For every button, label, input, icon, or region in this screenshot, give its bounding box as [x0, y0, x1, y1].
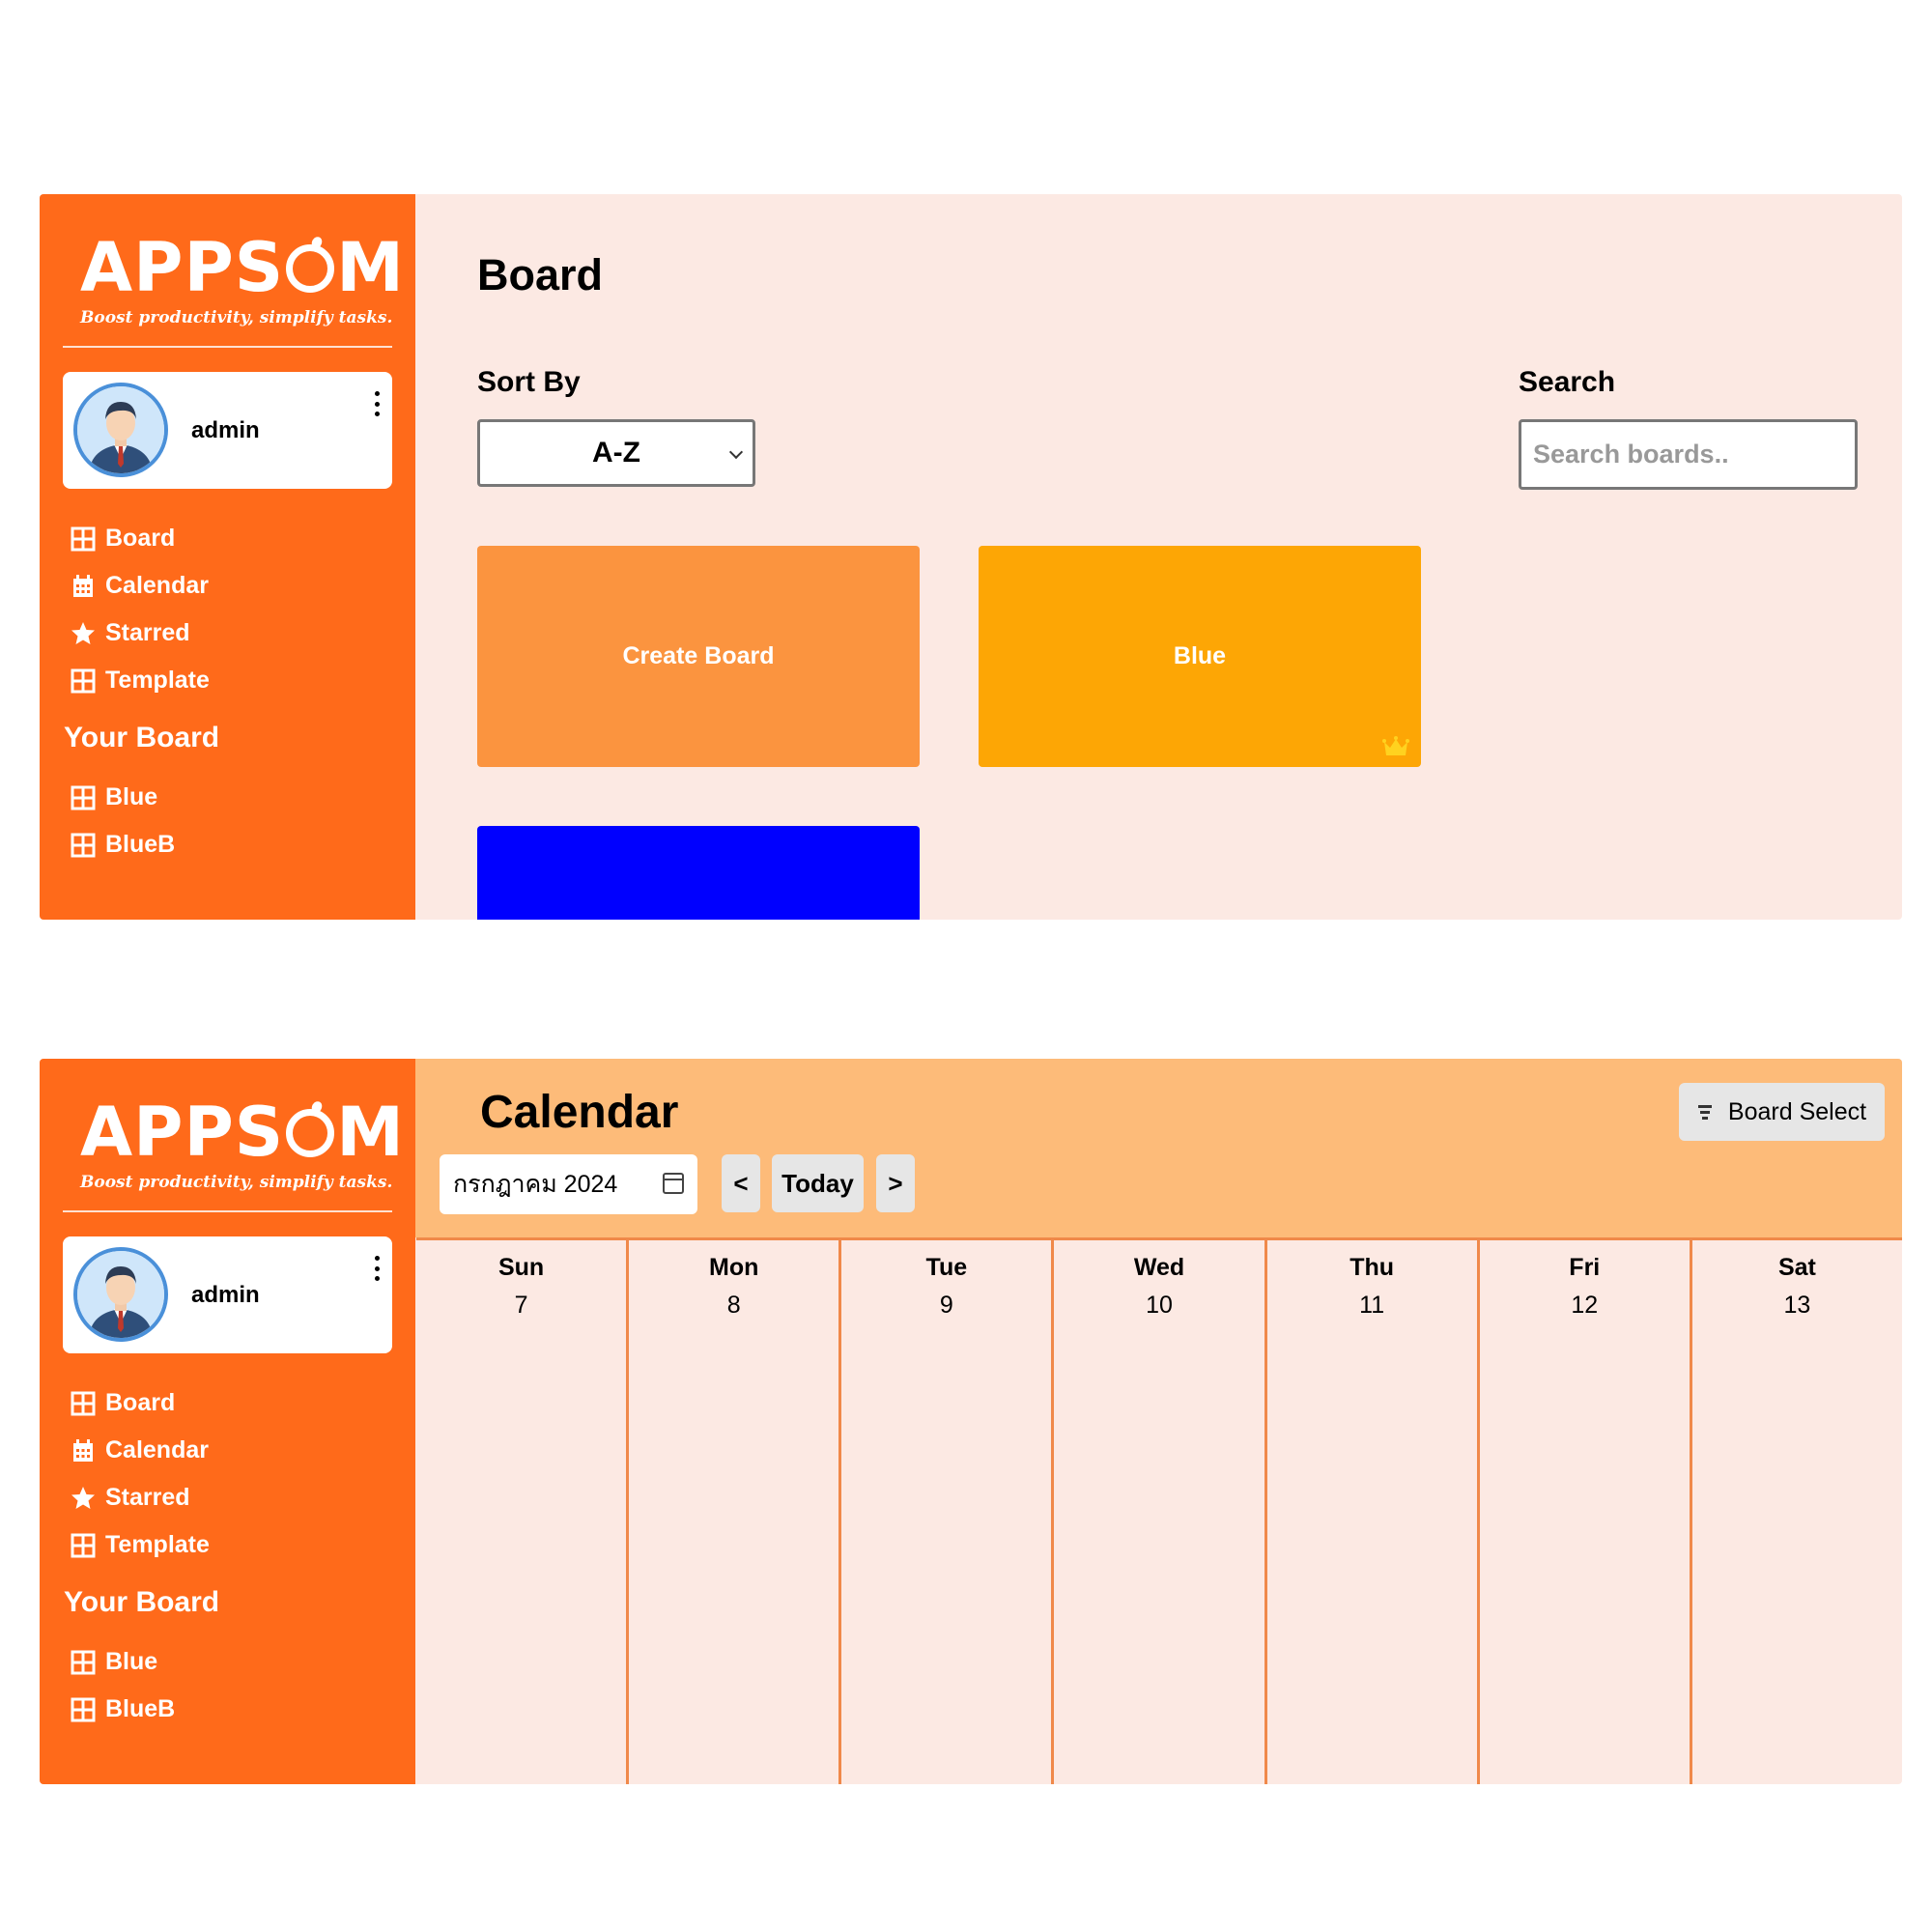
more-options-icon[interactable] — [373, 1256, 381, 1281]
avatar — [73, 1247, 168, 1342]
your-board-heading: Your Board — [64, 1586, 220, 1618]
prev-week-button[interactable]: < — [722, 1154, 760, 1212]
search-input[interactable] — [1519, 419, 1858, 490]
star-icon — [71, 621, 96, 646]
sidebar-item-board[interactable]: Board — [71, 515, 389, 562]
chevron-down-icon — [728, 444, 744, 460]
your-board-heading: Your Board — [64, 722, 220, 753]
grid-icon — [71, 833, 96, 858]
your-board-list: Blue BlueB — [71, 774, 389, 868]
sort-by-label: Sort By — [477, 366, 581, 398]
grid-icon — [71, 668, 96, 694]
day-column[interactable]: Tue 9 — [838, 1237, 1052, 1784]
grid-icon — [71, 1533, 96, 1558]
sidebar-nav: Board Calendar Starred Template — [71, 515, 389, 704]
sidebar-item-blue[interactable]: Blue — [71, 1638, 389, 1686]
sidebar-item-calendar[interactable]: Calendar — [71, 1427, 389, 1474]
logo-tagline: Boost productivity, simplify tasks. — [80, 1173, 393, 1192]
grid-icon — [71, 1697, 96, 1722]
star-icon — [71, 1486, 96, 1511]
sidebar-item-starred[interactable]: Starred — [71, 1474, 389, 1521]
next-week-button[interactable]: > — [876, 1154, 915, 1212]
user-card[interactable]: admin — [63, 372, 392, 489]
sidebar-divider — [63, 1210, 392, 1212]
sidebar: APPS M Boost productivity, simplify tasks… — [40, 194, 415, 920]
grid-icon — [71, 1650, 96, 1675]
grid-icon — [71, 1391, 96, 1416]
page-title: Board — [477, 250, 604, 299]
grid-icon — [71, 526, 96, 552]
sidebar-item-template[interactable]: Template — [71, 657, 389, 704]
calendar-icon — [71, 574, 96, 599]
sort-select[interactable]: A-Z — [477, 419, 755, 487]
day-column[interactable]: Sat 13 — [1689, 1237, 1902, 1784]
user-name: admin — [191, 417, 260, 443]
sidebar-divider — [63, 346, 392, 348]
sidebar-item-starred[interactable]: Starred — [71, 610, 389, 657]
calendar-icon — [663, 1173, 684, 1194]
logo-tagline: Boost productivity, simplify tasks. — [80, 308, 393, 327]
day-column[interactable]: Fri 12 — [1476, 1237, 1690, 1784]
search-label: Search — [1519, 366, 1616, 398]
day-column[interactable]: Mon 8 — [626, 1237, 839, 1784]
sidebar-item-template[interactable]: Template — [71, 1521, 389, 1569]
sidebar-item-blue[interactable]: Blue — [71, 774, 389, 821]
page-title: Calendar — [480, 1087, 679, 1138]
week-grid: Sun 7 Mon 8 Tue 9 Wed 10 Thu 11 Fri 12 Sat 13 — [416, 1237, 1902, 1784]
orange-logo-icon — [286, 1109, 335, 1157]
businessman-avatar-icon — [77, 386, 164, 473]
avatar — [73, 383, 168, 477]
create-board-card[interactable]: Create Board — [477, 546, 920, 767]
more-options-icon[interactable] — [373, 391, 381, 416]
board-card-blue[interactable]: Blue — [979, 546, 1421, 767]
calendar-icon — [71, 1438, 96, 1463]
month-picker[interactable]: กรกฎาคม 2024 — [440, 1154, 697, 1214]
board-select-button[interactable]: Board Select — [1679, 1083, 1885, 1141]
day-column[interactable]: Sun 7 — [416, 1237, 627, 1784]
today-button[interactable]: Today — [772, 1154, 864, 1212]
sidebar-item-board[interactable]: Board — [71, 1379, 389, 1427]
board-page-screenshot: APPS M Boost productivity, simplify tasks… — [40, 194, 1902, 920]
crown-icon[interactable] — [1382, 736, 1409, 757]
grid-icon — [71, 785, 96, 810]
businessman-avatar-icon — [77, 1251, 164, 1338]
user-name: admin — [191, 1282, 260, 1308]
sidebar-item-blueb[interactable]: BlueB — [71, 1686, 389, 1733]
filter-icon — [1697, 1104, 1713, 1120]
sidebar: APPS M Boost productivity, simplify tasks… — [40, 1059, 415, 1784]
sidebar-item-calendar[interactable]: Calendar — [71, 562, 389, 610]
appsom-logo[interactable]: APPS M Boost productivity, simplify tasks… — [80, 229, 404, 327]
orange-logo-icon — [286, 244, 335, 293]
sidebar-nav: Board Calendar Starred Template — [71, 1379, 389, 1569]
calendar-page-screenshot: APPS M Boost productivity, simplify tasks… — [40, 1059, 1902, 1784]
appsom-logo[interactable]: APPS M Boost productivity, simplify tasks… — [80, 1094, 404, 1192]
your-board-list: Blue BlueB — [71, 1638, 389, 1733]
user-card[interactable]: admin — [63, 1236, 392, 1353]
sidebar-item-blueb[interactable]: BlueB — [71, 821, 389, 868]
board-card-blueb[interactable] — [477, 826, 920, 920]
day-column[interactable]: Thu 11 — [1264, 1237, 1477, 1784]
day-column[interactable]: Wed 10 — [1051, 1237, 1264, 1784]
